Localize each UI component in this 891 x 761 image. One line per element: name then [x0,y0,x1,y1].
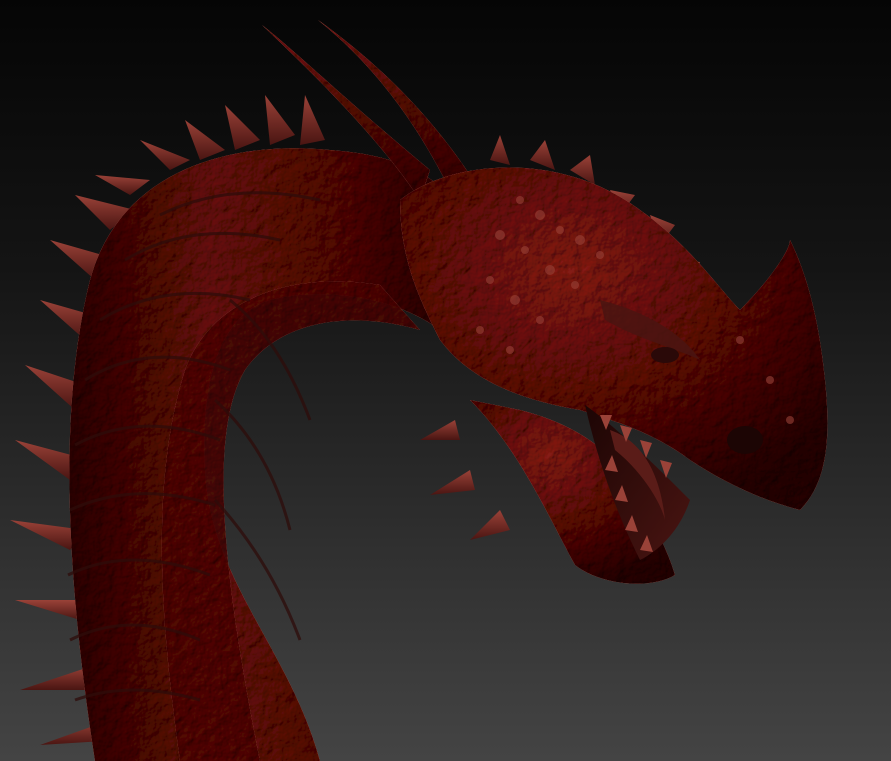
dragon-sculpt-render [10,20,828,761]
cheek-spines [420,420,510,540]
dragon-nostril [727,426,763,454]
sculpt-viewport [0,0,891,761]
dragon-eye [651,347,679,363]
